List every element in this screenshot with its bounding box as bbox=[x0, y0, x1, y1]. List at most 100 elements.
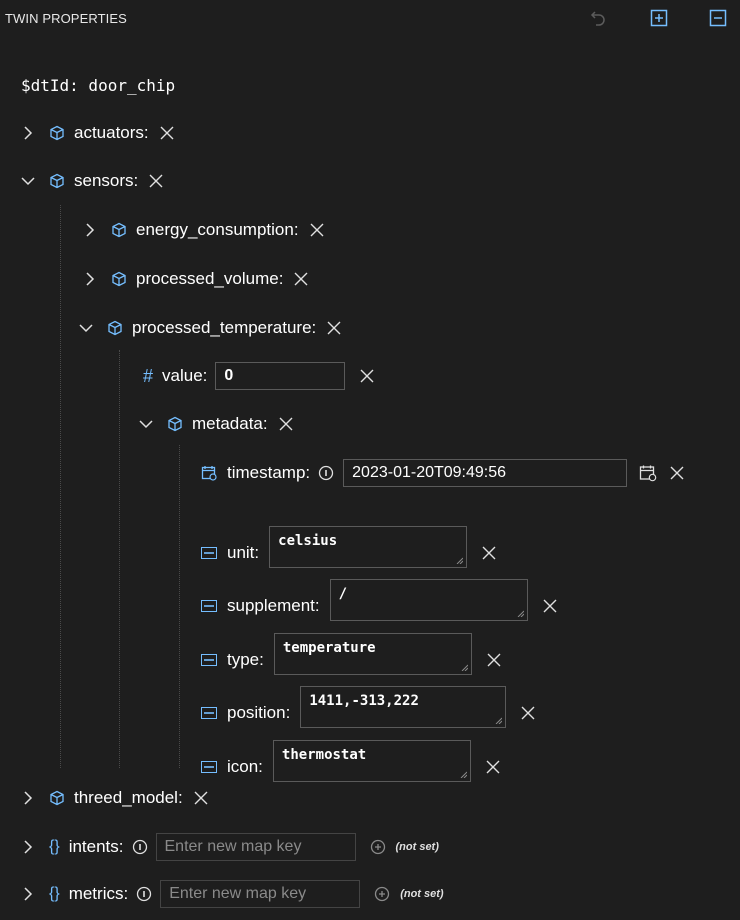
braces-icon: {} bbox=[49, 838, 60, 855]
property-label: value: bbox=[162, 366, 208, 385]
close-icon[interactable] bbox=[481, 545, 497, 561]
close-icon[interactable] bbox=[159, 125, 175, 141]
close-icon[interactable] bbox=[193, 790, 209, 806]
indent-guide bbox=[179, 445, 180, 768]
info-icon[interactable] bbox=[136, 886, 152, 902]
resize-grip-icon[interactable] bbox=[460, 663, 468, 671]
new-map-key-input[interactable]: Enter new map key bbox=[160, 880, 361, 908]
property-type: type: temperature bbox=[201, 633, 502, 682]
undo-icon[interactable] bbox=[586, 6, 610, 30]
cube-icon bbox=[111, 271, 127, 287]
tree-node-processed-volume[interactable]: processed_volume: bbox=[83, 260, 309, 298]
supplement-textarea[interactable]: / bbox=[329, 579, 528, 621]
cube-icon bbox=[111, 222, 127, 238]
resize-grip-icon[interactable] bbox=[494, 716, 503, 724]
node-label: metadata: bbox=[192, 414, 268, 433]
tree-node-energy-consumption[interactable]: energy_consumption: bbox=[83, 211, 325, 249]
property-label: unit: bbox=[227, 543, 260, 562]
cube-icon bbox=[49, 790, 65, 806]
field-value: celsius bbox=[278, 533, 338, 549]
property-label: position: bbox=[227, 703, 291, 722]
property-label: icon: bbox=[227, 757, 263, 776]
calendar-icon[interactable] bbox=[639, 464, 657, 482]
resize-grip-icon[interactable] bbox=[455, 556, 464, 564]
property-icon: icon: thermostat bbox=[201, 740, 501, 789]
chevron-right-icon[interactable] bbox=[21, 887, 35, 901]
close-icon[interactable] bbox=[542, 598, 558, 614]
braces-icon: {} bbox=[49, 885, 60, 902]
close-icon[interactable] bbox=[485, 759, 501, 775]
property-unit: unit: celsius bbox=[201, 526, 497, 575]
chevron-down-icon[interactable] bbox=[21, 174, 35, 188]
field-value: temperature bbox=[282, 640, 376, 656]
cube-icon bbox=[49, 173, 65, 189]
property-label: type: bbox=[227, 650, 264, 669]
info-icon[interactable] bbox=[132, 839, 148, 855]
new-map-key-input[interactable]: Enter new map key bbox=[155, 833, 356, 861]
indent-guide bbox=[60, 205, 61, 768]
chevron-right-icon[interactable] bbox=[21, 126, 35, 140]
tree-node-processed-temperature[interactable]: processed_temperature: bbox=[79, 309, 342, 347]
panel-header: TWIN PROPERTIES bbox=[0, 0, 740, 40]
field-value: / bbox=[338, 586, 348, 602]
close-icon[interactable] bbox=[309, 222, 325, 238]
node-label: processed_volume: bbox=[136, 269, 284, 288]
timestamp-input[interactable]: 2023-01-20T09:49:56 bbox=[343, 459, 628, 487]
add-circle-icon[interactable] bbox=[374, 886, 390, 902]
calendar-icon bbox=[201, 465, 217, 481]
property-label: timestamp: bbox=[227, 463, 311, 482]
close-icon[interactable] bbox=[293, 271, 309, 287]
close-icon[interactable] bbox=[326, 320, 342, 336]
chevron-down-icon[interactable] bbox=[79, 321, 93, 335]
cube-icon bbox=[107, 320, 123, 336]
property-position: position: 1411,-313,222 bbox=[201, 686, 536, 735]
string-icon bbox=[201, 654, 217, 666]
chevron-right-icon[interactable] bbox=[83, 223, 97, 237]
node-label: energy_consumption: bbox=[136, 220, 299, 239]
chevron-right-icon[interactable] bbox=[83, 272, 97, 286]
node-label: sensors: bbox=[74, 171, 139, 190]
close-icon[interactable] bbox=[520, 705, 536, 721]
not-set-label: (not set) bbox=[395, 841, 439, 853]
string-icon bbox=[201, 761, 217, 773]
icon-textarea[interactable]: thermostat bbox=[272, 740, 471, 782]
string-icon bbox=[201, 600, 217, 612]
string-icon bbox=[201, 547, 217, 559]
value-input[interactable]: 0 bbox=[215, 362, 346, 390]
close-icon[interactable] bbox=[148, 173, 164, 189]
type-textarea[interactable]: temperature bbox=[273, 633, 472, 675]
node-label: actuators: bbox=[74, 123, 149, 142]
resize-grip-icon[interactable] bbox=[516, 609, 524, 617]
tree-node-sensors[interactable]: sensors: bbox=[21, 162, 164, 200]
tree-node-actuators[interactable]: actuators: bbox=[21, 114, 175, 152]
property-supplement: supplement: / bbox=[201, 579, 558, 628]
collapse-all-icon[interactable] bbox=[706, 6, 730, 30]
add-circle-icon[interactable] bbox=[370, 839, 386, 855]
position-textarea[interactable]: 1411,-313,222 bbox=[300, 686, 507, 728]
tree-node-metadata[interactable]: metadata: bbox=[139, 405, 294, 443]
chevron-right-icon[interactable] bbox=[21, 840, 35, 854]
expand-all-icon[interactable] bbox=[647, 6, 671, 30]
tree-node-threed-model[interactable]: threed_model: bbox=[21, 779, 209, 817]
tree-node-intents[interactable]: {} intents: Enter new map key (not set) bbox=[21, 828, 439, 866]
chevron-right-icon[interactable] bbox=[21, 791, 35, 805]
close-icon[interactable] bbox=[486, 652, 502, 668]
chevron-down-icon[interactable] bbox=[139, 417, 153, 431]
resize-grip-icon[interactable] bbox=[459, 770, 467, 778]
dtid-label: $dtId: door_chip bbox=[21, 75, 176, 95]
cube-icon bbox=[49, 125, 65, 141]
info-icon[interactable] bbox=[318, 465, 334, 481]
indent-guide bbox=[119, 350, 120, 768]
node-label: processed_temperature: bbox=[132, 318, 317, 337]
not-set-label: (not set) bbox=[400, 888, 444, 900]
string-icon bbox=[201, 707, 217, 719]
cube-icon bbox=[167, 416, 183, 432]
property-value: # value: 0 bbox=[143, 357, 375, 395]
node-label: metrics: bbox=[68, 884, 129, 903]
close-icon[interactable] bbox=[669, 465, 685, 481]
field-value: 1411,-313,222 bbox=[309, 693, 419, 709]
close-icon[interactable] bbox=[278, 416, 294, 432]
close-icon[interactable] bbox=[359, 368, 375, 384]
unit-textarea[interactable]: celsius bbox=[269, 526, 468, 568]
tree-node-metrics[interactable]: {} metrics: Enter new map key (not set) bbox=[21, 875, 444, 913]
